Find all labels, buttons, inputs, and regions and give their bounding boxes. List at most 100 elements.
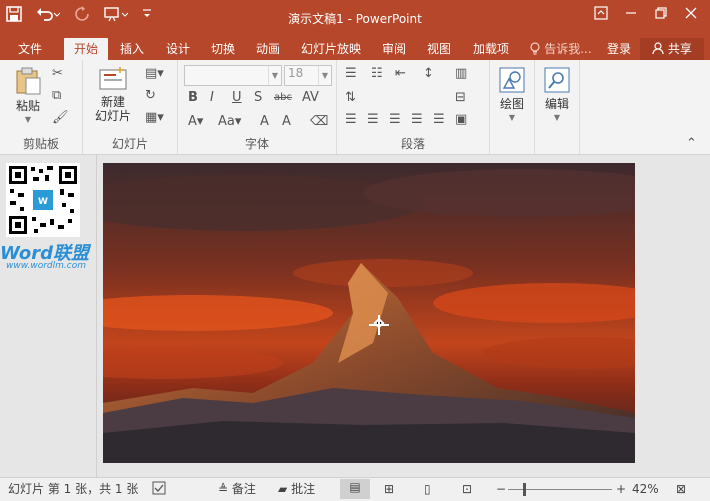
align-center-icon[interactable]: ☰ [367, 112, 379, 128]
tab-home[interactable]: 开始 [64, 38, 108, 60]
share-label: 共享 [667, 42, 692, 56]
tab-animations[interactable]: 动画 [248, 38, 288, 60]
group-slides: 新建 幻灯片 ▤▾ ↻ ▦▾ 幻灯片 [83, 60, 178, 154]
paste-button[interactable]: 粘贴 ▼ [8, 66, 48, 127]
qr-code-image: W [6, 163, 80, 237]
justify-icon[interactable]: ☰ [411, 112, 423, 128]
font-color-icon[interactable]: A▾ [188, 114, 203, 130]
copy-icon[interactable]: ⧉ [52, 88, 61, 104]
columns-icon[interactable]: ▥ [455, 66, 467, 82]
tab-view[interactable]: 视图 [419, 38, 459, 60]
new-slide-icon [99, 67, 127, 90]
cut-icon[interactable]: ✂ [52, 66, 63, 82]
watermark-url: www.wordlm.com [6, 261, 86, 271]
restore-icon[interactable] [646, 5, 676, 27]
minimize-icon[interactable] [616, 5, 646, 27]
format-painter-icon[interactable]: 🖌 [52, 110, 69, 126]
window-controls [586, 5, 706, 27]
comment-icon: ▰ [278, 482, 288, 496]
new-slide-button[interactable]: 新建 幻灯片 [89, 66, 137, 123]
decrease-indent-icon[interactable]: ⇤ [395, 66, 406, 82]
svg-text:W: W [38, 197, 48, 207]
section-icon[interactable]: ▦▾ [145, 110, 164, 126]
bullets-icon[interactable]: ☰ [345, 66, 357, 82]
comments-label: 批注 [291, 482, 316, 496]
tab-insert[interactable]: 插入 [112, 38, 152, 60]
thumbnail-panel[interactable]: W Word联盟 www.wordlm.com [0, 155, 97, 477]
ribbon-display-icon[interactable] [586, 5, 616, 27]
italic-icon[interactable]: I [210, 90, 214, 106]
font-size-box[interactable]: 18 ▼ [284, 65, 332, 86]
tab-transitions[interactable]: 切换 [203, 38, 243, 60]
align-left-icon[interactable]: ☰ [345, 112, 357, 128]
strikethrough-icon[interactable]: abc [274, 90, 292, 106]
shapes-icon [499, 67, 525, 93]
font-size-dropdown-icon[interactable]: ▼ [318, 66, 331, 85]
mountain-sunset-image [103, 163, 635, 463]
close-icon[interactable] [676, 5, 706, 27]
zoom-slider-thumb[interactable] [523, 483, 526, 496]
group-paragraph: ☰ ☷ ⇤ ↕ ▥ ⇅ ⊟ ☰ ☰ ☰ ☰ ☰ ▣ 段落 [337, 60, 490, 154]
clear-format-icon[interactable]: ⌫ [310, 114, 328, 130]
normal-view-icon[interactable]: ▤ [340, 479, 370, 499]
spell-check-icon[interactable] [152, 481, 166, 500]
editing-button[interactable]: 编辑 ▼ [539, 66, 575, 125]
person-icon [652, 42, 668, 56]
smartart-icon[interactable]: ▣ [455, 112, 467, 128]
zoom-out-icon[interactable]: − [496, 481, 506, 498]
layout-icon[interactable]: ▤▾ [145, 66, 164, 82]
reset-icon[interactable]: ↻ [145, 88, 156, 104]
change-case-icon[interactable]: Aa▾ [218, 114, 241, 130]
notes-icon: ≜ [218, 482, 229, 496]
tell-me-label: 告诉我... [544, 42, 592, 56]
tab-file[interactable]: 文件 [4, 38, 56, 60]
numbering-icon[interactable]: ☷ [371, 66, 383, 82]
reading-view-icon[interactable]: ▯ [424, 481, 431, 498]
shadow-icon[interactable]: S [254, 90, 262, 106]
tell-me-box[interactable]: 告诉我... [526, 38, 596, 60]
char-spacing-icon[interactable]: AV [302, 90, 319, 106]
comments-button[interactable]: ▰ 批注 [278, 481, 315, 498]
slide-sorter-icon[interactable]: ⊞ [384, 481, 394, 498]
font-group-label: 字体 [244, 137, 269, 151]
underline-icon[interactable]: U [232, 90, 242, 106]
tab-addins[interactable]: 加载项 [466, 38, 516, 60]
group-font: ▼ 18 ▼ B I U S abc AV A▾ Aa▾ A A ⌫ 字体 [178, 60, 337, 154]
tab-design[interactable]: 设计 [158, 38, 198, 60]
signin-link[interactable]: 登录 [602, 38, 636, 60]
share-button[interactable]: 共享 [640, 38, 704, 60]
slides-group-label: 幻灯片 [111, 137, 148, 151]
tab-slideshow[interactable]: 幻灯片放映 [295, 38, 367, 60]
bold-icon[interactable]: B [188, 90, 198, 106]
slide-canvas[interactable] [103, 163, 635, 463]
font-name-box[interactable]: ▼ [184, 65, 282, 86]
collapse-ribbon-icon[interactable]: ⌃ [686, 136, 697, 152]
align-right-icon[interactable]: ☰ [389, 112, 401, 128]
font-name-dropdown-icon[interactable]: ▼ [268, 66, 281, 85]
increase-font-icon[interactable]: A [260, 114, 269, 130]
notes-label: 备注 [231, 482, 256, 496]
font-size-value: 18 [288, 66, 304, 80]
notes-button[interactable]: ≜ 备注 [218, 481, 256, 498]
new-slide-label-2: 幻灯片 [94, 109, 131, 123]
group-drawing: 绘图 ▼ [490, 60, 535, 154]
decrease-font-icon[interactable]: A [282, 114, 291, 130]
drawing-label: 绘图 [499, 97, 524, 111]
clipboard-group-label: 剪贴板 [22, 137, 59, 151]
clipboard-icon [16, 67, 41, 95]
group-clipboard: 粘贴 ▼ ✂ ⧉ 🖌 剪贴板 [0, 60, 83, 154]
line-spacing-icon[interactable]: ↕ [423, 66, 434, 82]
slideshow-view-icon[interactable]: ⊡ [462, 481, 472, 498]
status-bar: 幻灯片 第 1 张，共 1 张 ≜ 备注 ▰ 批注 ▤ ⊞ ▯ ⊡ − + 42… [0, 477, 710, 501]
zoom-in-icon[interactable]: + [616, 481, 626, 498]
ribbon-tabs: 文件 开始 插入 设计 切换 动画 幻灯片放映 审阅 视图 加载项 告诉我...… [0, 34, 710, 60]
drawing-button[interactable]: 绘图 ▼ [494, 66, 530, 125]
text-direction-icon[interactable]: ⇅ [345, 90, 356, 106]
title-bar: 演示文稿1 - PowerPoint [0, 0, 710, 34]
zoom-level[interactable]: 42% [632, 481, 659, 498]
paste-label: 粘贴 [15, 99, 40, 113]
fit-slide-icon[interactable]: ⊠ [676, 481, 686, 498]
align-text-icon[interactable]: ⊟ [455, 90, 466, 106]
distribute-icon[interactable]: ☰ [433, 112, 445, 128]
tab-review[interactable]: 审阅 [374, 38, 414, 60]
